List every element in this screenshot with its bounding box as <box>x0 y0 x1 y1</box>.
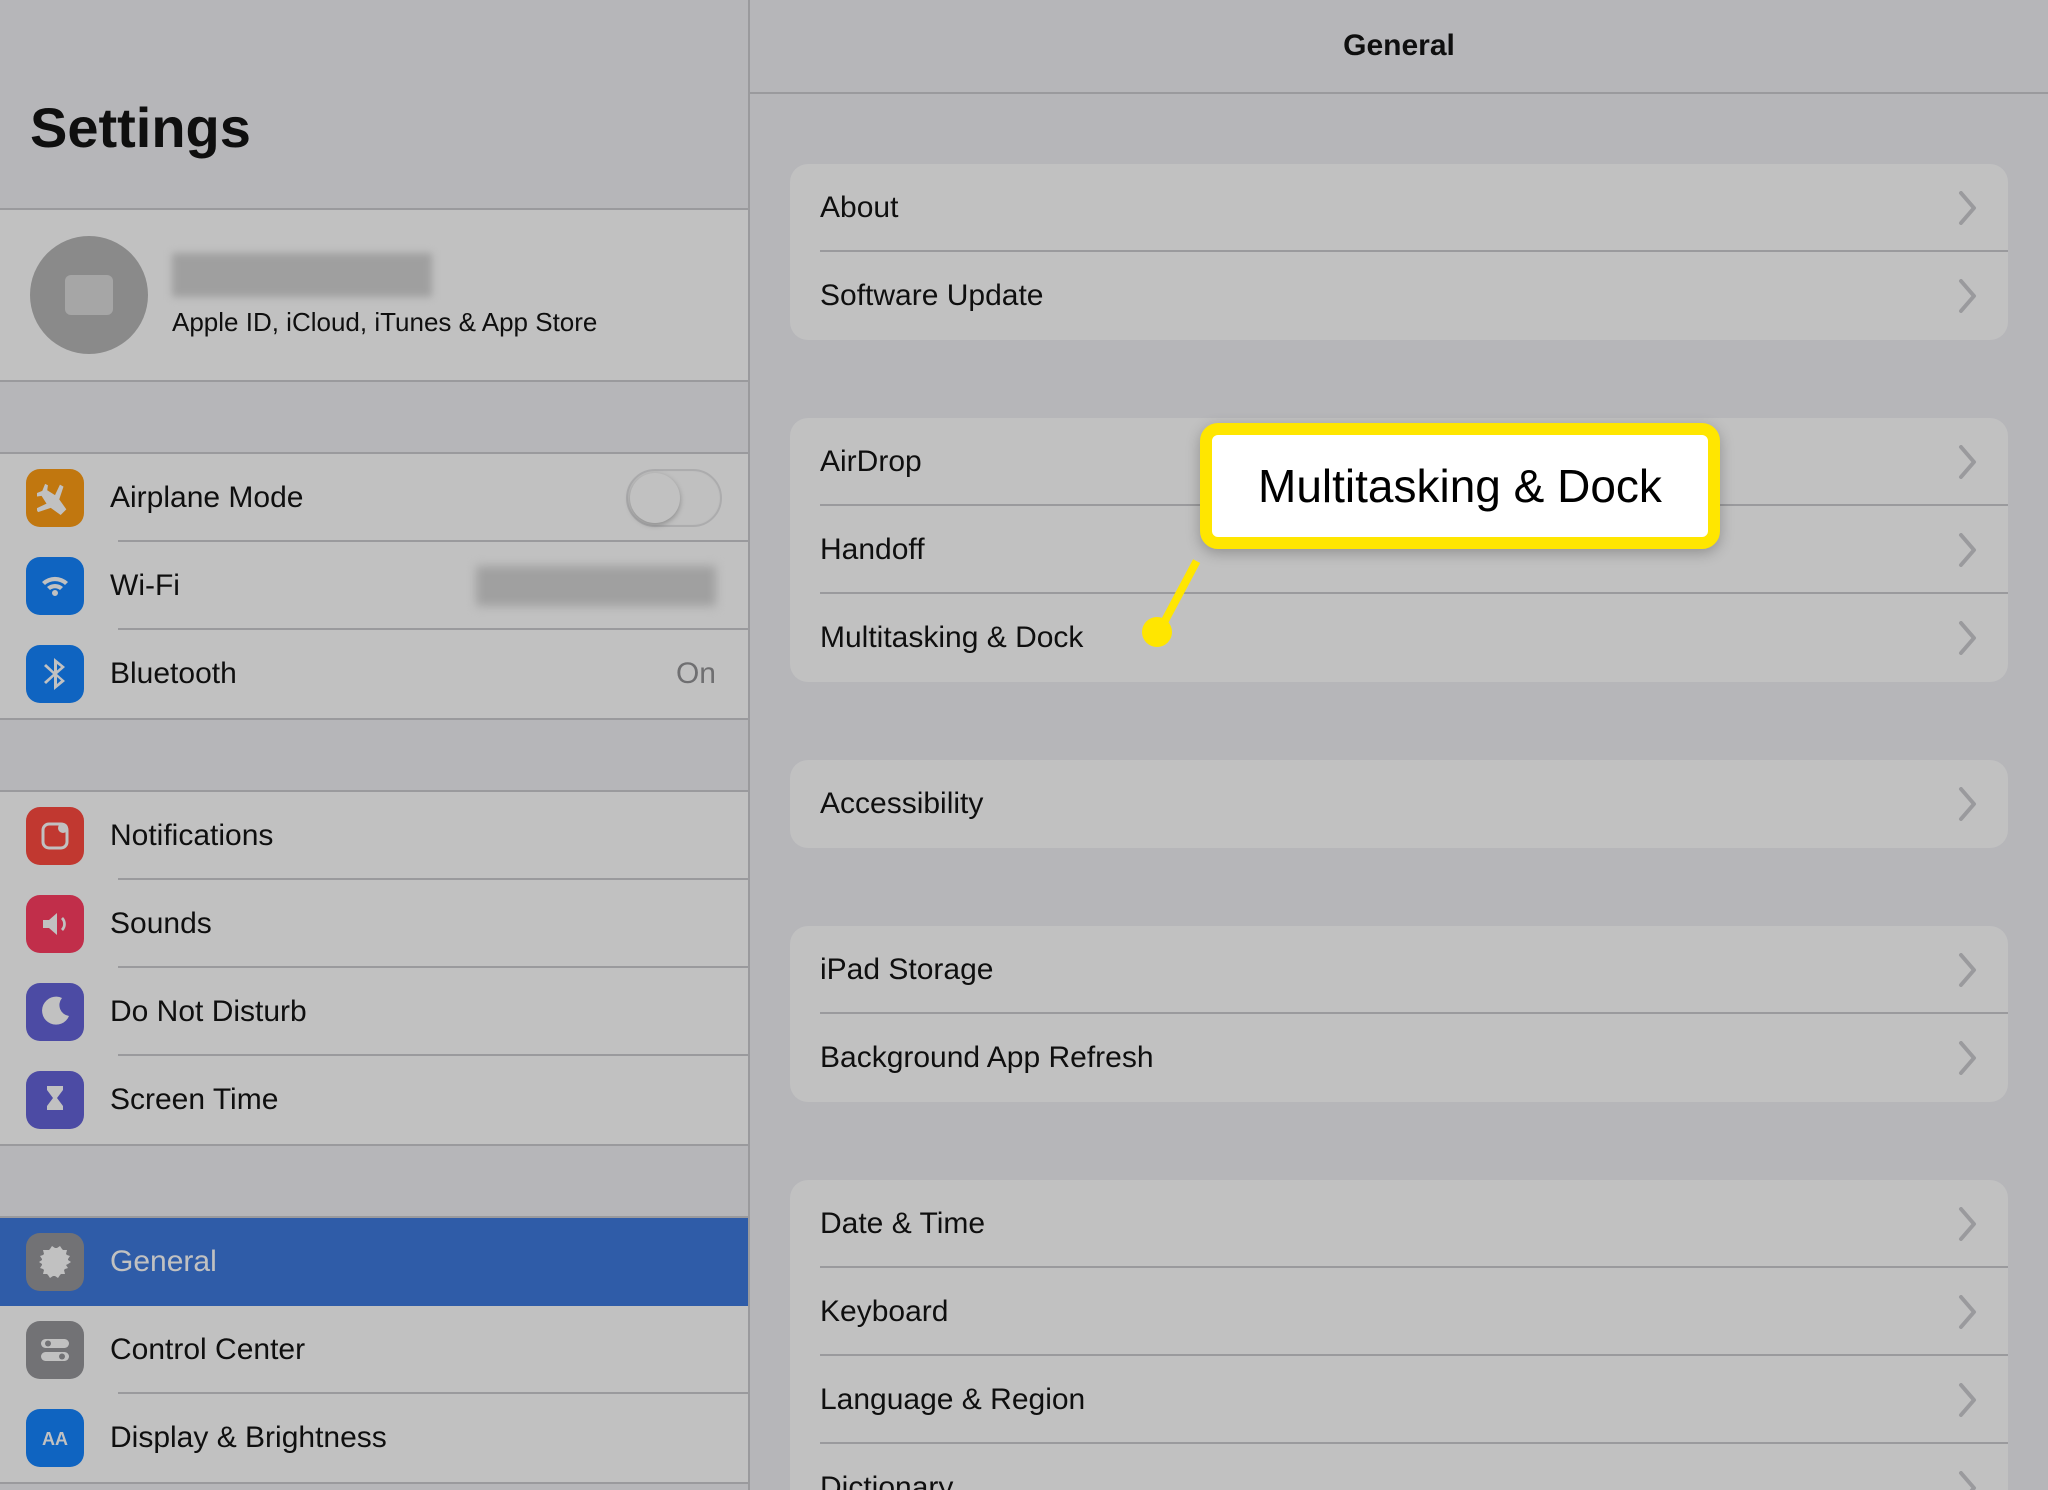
airplane-icon <box>26 469 84 527</box>
sidebar-item-bluetooth[interactable]: Bluetooth On <box>0 630 748 718</box>
bgrefresh-label: Background App Refresh <box>820 1041 1958 1075</box>
detail-header: General <box>750 0 2048 94</box>
chevron-right-icon <box>1958 1383 1978 1417</box>
chevron-right-icon <box>1958 279 1978 313</box>
sidebar-item-display[interactable]: AA Display & Brightness <box>0 1394 748 1482</box>
handoff-label: Handoff <box>820 533 1958 567</box>
notifications-label: Notifications <box>110 819 722 853</box>
detail-group-1: AirDrop Handoff Multitasking & Dock <box>790 418 2008 682</box>
wifi-label: Wi-Fi <box>110 569 476 603</box>
sidebar-item-appleid[interactable]: Apple ID, iCloud, iTunes & App Store <box>0 208 748 382</box>
detail-row-langregion[interactable]: Language & Region <box>790 1356 2008 1444</box>
chevron-right-icon <box>1958 191 1978 225</box>
wifi-value-redacted <box>476 566 716 606</box>
detail-row-bgrefresh[interactable]: Background App Refresh <box>790 1014 2008 1102</box>
screentime-label: Screen Time <box>110 1083 722 1117</box>
account-name-redacted <box>172 253 432 297</box>
accessibility-label: Accessibility <box>820 787 1958 821</box>
detail-row-keyboard[interactable]: Keyboard <box>790 1268 2008 1356</box>
chevron-right-icon <box>1958 445 1978 479</box>
airplane-label: Airplane Mode <box>110 481 626 515</box>
detail-row-airdrop[interactable]: AirDrop <box>790 418 2008 506</box>
chevron-right-icon <box>1958 621 1978 655</box>
detail-row-about[interactable]: About <box>790 164 2008 252</box>
wifi-icon <box>26 557 84 615</box>
sidebar-item-wifi[interactable]: Wi-Fi <box>0 542 748 630</box>
sidebar-group-system: General Control Center AA Display & Brig… <box>0 1216 748 1484</box>
sidebar-item-controlcenter[interactable]: Control Center <box>0 1306 748 1394</box>
bluetooth-value: On <box>676 657 716 691</box>
detail-row-ipadstorage[interactable]: iPad Storage <box>790 926 2008 1014</box>
detail-row-datetime[interactable]: Date & Time <box>790 1180 2008 1268</box>
general-detail-pane: General About Software Update AirDrop <box>750 0 2048 1490</box>
detail-group-2: Accessibility <box>790 760 2008 848</box>
avatar <box>30 236 148 354</box>
chevron-right-icon <box>1958 533 1978 567</box>
detail-row-softwareupdate[interactable]: Software Update <box>790 252 2008 340</box>
sidebar-item-airplane[interactable]: Airplane Mode <box>0 454 748 542</box>
softwareupdate-label: Software Update <box>820 279 1958 313</box>
display-icon: AA <box>26 1409 84 1467</box>
chevron-right-icon <box>1958 1471 1978 1490</box>
sidebar-item-dnd[interactable]: Do Not Disturb <box>0 968 748 1056</box>
dnd-label: Do Not Disturb <box>110 995 722 1029</box>
chevron-right-icon <box>1958 953 1978 987</box>
sidebar-item-sounds[interactable]: Sounds <box>0 880 748 968</box>
airplane-toggle[interactable] <box>626 469 722 527</box>
moon-icon <box>26 983 84 1041</box>
detail-group-4: Date & Time Keyboard Language & Region D… <box>790 1180 2008 1490</box>
detail-group-0: About Software Update <box>790 164 2008 340</box>
display-label: Display & Brightness <box>110 1421 722 1455</box>
chevron-right-icon <box>1958 1295 1978 1329</box>
sidebar-item-screentime[interactable]: Screen Time <box>0 1056 748 1144</box>
controlcenter-label: Control Center <box>110 1333 722 1367</box>
ipadstorage-label: iPad Storage <box>820 953 1958 987</box>
sidebar-item-notifications[interactable]: Notifications <box>0 792 748 880</box>
settings-sidebar: Settings Apple ID, iCloud, iTunes & App … <box>0 0 750 1490</box>
settings-title: Settings <box>0 0 748 208</box>
account-subtitle: Apple ID, iCloud, iTunes & App Store <box>172 307 597 338</box>
gear-icon <box>26 1233 84 1291</box>
sidebar-item-general[interactable]: General <box>0 1218 748 1306</box>
sidebar-group-alerts: Notifications Sounds Do Not Disturb Scre… <box>0 790 748 1146</box>
svg-text:AA: AA <box>42 1429 68 1449</box>
detail-row-handoff[interactable]: Handoff <box>790 506 2008 594</box>
langregion-label: Language & Region <box>820 1383 1958 1417</box>
detail-group-3: iPad Storage Background App Refresh <box>790 926 2008 1102</box>
sounds-label: Sounds <box>110 907 722 941</box>
detail-row-multitasking[interactable]: Multitasking & Dock <box>790 594 2008 682</box>
bluetooth-icon <box>26 645 84 703</box>
sounds-icon <box>26 895 84 953</box>
hourglass-icon <box>26 1071 84 1129</box>
chevron-right-icon <box>1958 787 1978 821</box>
account-text: Apple ID, iCloud, iTunes & App Store <box>172 253 597 338</box>
sidebar-group-connectivity: Airplane Mode Wi-Fi Bluetooth On <box>0 452 748 720</box>
about-label: About <box>820 191 1958 225</box>
toggle-icon <box>26 1321 84 1379</box>
chevron-right-icon <box>1958 1041 1978 1075</box>
datetime-label: Date & Time <box>820 1207 1958 1241</box>
general-label: General <box>110 1245 722 1279</box>
detail-row-accessibility[interactable]: Accessibility <box>790 760 2008 848</box>
airdrop-label: AirDrop <box>820 445 1958 479</box>
chevron-right-icon <box>1958 1207 1978 1241</box>
bluetooth-label: Bluetooth <box>110 657 676 691</box>
dictionary-label: Dictionary <box>820 1471 1958 1490</box>
detail-row-dictionary[interactable]: Dictionary <box>790 1444 2008 1490</box>
detail-title: General <box>1343 29 1455 63</box>
keyboard-label: Keyboard <box>820 1295 1958 1329</box>
notifications-icon <box>26 807 84 865</box>
multitasking-label: Multitasking & Dock <box>820 621 1958 655</box>
